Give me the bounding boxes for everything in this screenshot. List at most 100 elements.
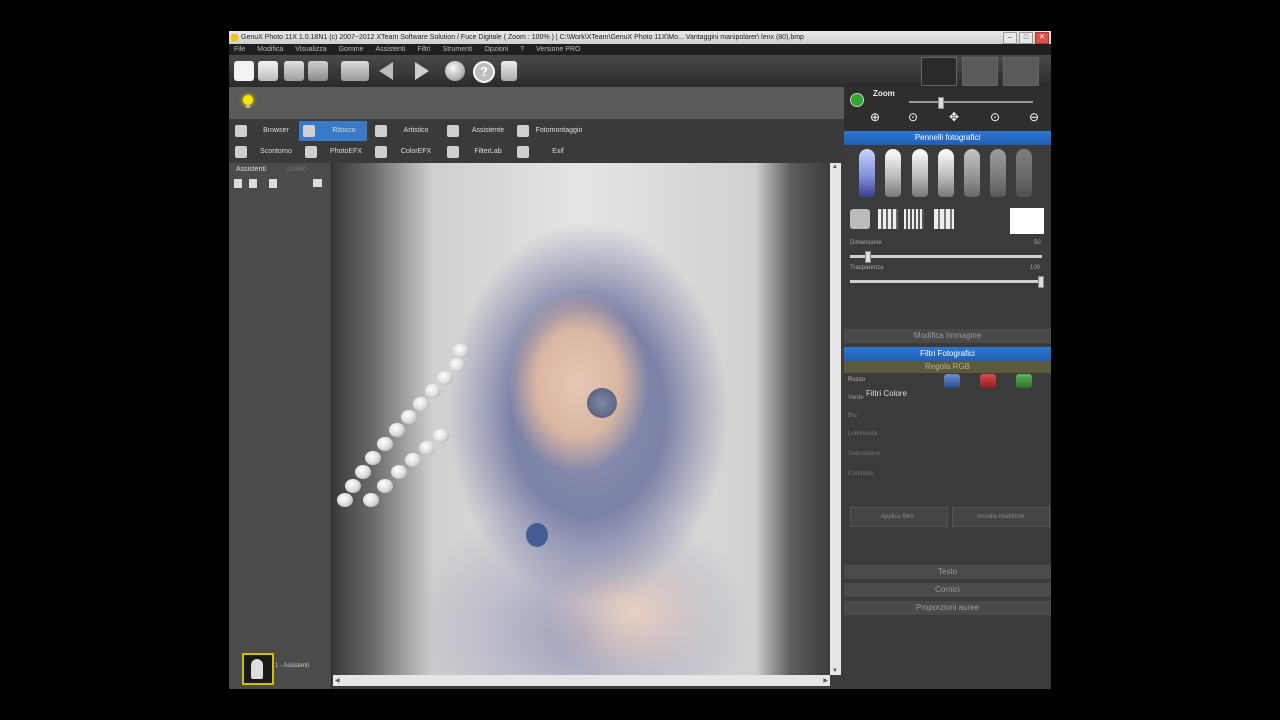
dial-icon[interactable] [1003, 57, 1039, 86]
vertical-scrollbar[interactable]: ▲ ▼ [830, 163, 841, 675]
tab-colorefx[interactable]: ColorEFX [371, 142, 439, 162]
tools-icon[interactable] [341, 61, 369, 81]
brush-icon [375, 125, 387, 137]
brush-4-icon[interactable] [938, 149, 954, 197]
assistant-tabs: Assistenti Livello [229, 163, 331, 177]
print-icon[interactable] [308, 61, 328, 81]
trasparenza-knob[interactable] [1038, 276, 1044, 288]
menu-visualizza[interactable]: Visualizza [290, 44, 331, 55]
scroll-left-icon[interactable]: ◀ [335, 677, 340, 684]
new-page-icon[interactable] [234, 179, 242, 188]
tab-ritocco[interactable]: Ritocco [299, 121, 367, 141]
pattern-1-icon[interactable] [878, 209, 898, 229]
zoom-in-icon[interactable]: ⊕ [869, 111, 881, 123]
settings-icon[interactable] [921, 57, 957, 86]
menu-gomme[interactable]: Gomme [334, 44, 369, 55]
duplicate-icon[interactable] [249, 179, 257, 188]
menu-bar: File Modifica Visualizza Gomme Assistent… [229, 44, 1051, 55]
filtri-header[interactable]: Filtri Fotografici [844, 347, 1051, 361]
brush-6-icon[interactable] [990, 149, 1006, 197]
brush-3-icon[interactable] [912, 149, 928, 197]
menu-help[interactable]: ? [515, 44, 529, 55]
color-filter-green-icon[interactable] [1016, 374, 1032, 388]
pan-icon[interactable]: ✥ [948, 111, 960, 123]
gears-icon[interactable] [962, 57, 998, 86]
close-button[interactable]: ✕ [1035, 32, 1049, 44]
row-contrasto: Contrasto [848, 471, 875, 477]
pennelli-header[interactable]: Pennelli fotografici [844, 131, 1051, 145]
tab-browser[interactable]: Browser [231, 121, 299, 141]
brush-color-swatch[interactable] [1010, 208, 1044, 234]
maximize-button[interactable]: □ [1019, 32, 1033, 44]
minimize-button[interactable]: – [1003, 32, 1017, 44]
tab-assistenti[interactable]: Assistenti [229, 163, 273, 177]
dimensione-slider[interactable] [850, 255, 1042, 258]
back-icon[interactable] [379, 62, 393, 80]
tab-artistico[interactable]: Artistico [371, 121, 439, 141]
trasparenza-value: 100 [1030, 265, 1041, 271]
color-filter-blue-icon[interactable] [944, 374, 960, 388]
testo-header[interactable]: Testo [844, 565, 1051, 579]
main-toolbar: ? [229, 55, 1051, 87]
lightbulb-icon[interactable] [243, 95, 253, 108]
menu-versione-pro[interactable]: Versione PRO [531, 44, 585, 55]
dimensione-knob[interactable] [865, 251, 872, 263]
trasparenza-slider[interactable] [850, 280, 1042, 283]
pattern-3-icon[interactable] [934, 209, 954, 229]
eraser-icon[interactable] [850, 209, 870, 229]
scroll-down-icon[interactable]: ▼ [832, 668, 838, 674]
save-icon[interactable] [284, 61, 304, 81]
doc-icon [517, 146, 529, 158]
menu-assistenti[interactable]: Assistenti [370, 44, 410, 55]
tab-scontorno[interactable]: Scontorno [231, 142, 299, 162]
app-window: GenuX Photo 11X 1.0.18N1 (c) 2007~2012 X… [229, 31, 1051, 689]
assistant-thumb-label: 1 - Assistenti [275, 663, 310, 669]
menu-strumenti[interactable]: Strumenti [438, 44, 478, 55]
panel-options-icon[interactable] [313, 179, 322, 187]
zoom-out-icon[interactable]: ⊖ [1028, 111, 1040, 123]
color-filter-red-icon[interactable] [980, 374, 996, 388]
undo-changes-button[interactable]: Annulla modifiche [952, 507, 1050, 527]
proporzioni-header[interactable]: Proporzioni auree [844, 601, 1051, 615]
scroll-up-icon[interactable]: ▲ [832, 164, 838, 170]
tab-filterlab[interactable]: FilterLab [443, 142, 511, 162]
cornici-header[interactable]: Cornici [844, 583, 1051, 597]
scroll-right-icon[interactable]: ▶ [823, 677, 828, 684]
brush-7-icon[interactable] [1016, 149, 1032, 197]
tab-photoefx[interactable]: PhotoEFX [301, 142, 369, 162]
modifica-header[interactable]: Modifica Immagine [844, 329, 1051, 343]
hood-button [587, 388, 617, 418]
dimensione-label: Dimensione [850, 240, 882, 246]
sphere-icon[interactable] [445, 61, 465, 81]
menu-modifica[interactable]: Modifica [252, 44, 288, 55]
pattern-2-icon[interactable] [904, 209, 924, 229]
assistant-thumbnail[interactable] [242, 653, 274, 685]
tab-livello[interactable]: Livello [275, 163, 319, 177]
help-icon[interactable]: ? [473, 61, 495, 83]
sun-icon [303, 125, 315, 137]
document-icon[interactable] [501, 61, 517, 81]
menu-filtri[interactable]: Filtri [412, 44, 435, 55]
brush-1-icon[interactable] [859, 149, 875, 197]
zoom-actual-icon[interactable]: ⊙ [989, 111, 1001, 123]
image-canvas[interactable] [333, 163, 830, 675]
apply-filter-button[interactable]: Applica filtro [850, 507, 948, 527]
brush-5-icon[interactable] [964, 149, 980, 197]
zoom-slider-knob[interactable] [938, 97, 944, 109]
new-icon[interactable] [234, 61, 254, 81]
trash-icon[interactable] [269, 179, 277, 188]
tab-fotomontaggio[interactable]: Fotomontaggio [513, 121, 583, 141]
horizontal-scrollbar[interactable]: ◀ ▶ [333, 675, 830, 686]
menu-file[interactable]: File [229, 44, 250, 55]
brush-2-icon[interactable] [885, 149, 901, 197]
forward-icon[interactable] [415, 62, 429, 80]
zoom-slider[interactable] [909, 101, 1033, 103]
open-icon[interactable] [258, 61, 278, 81]
menu-opzioni[interactable]: Opzioni [479, 44, 513, 55]
camera-icon [305, 146, 317, 158]
person-icon [517, 125, 529, 137]
tab-exif[interactable]: Exif [513, 142, 581, 162]
zoom-section: Zoom ⊕ ⊙ ✥ ⊙ ⊖ [844, 87, 1051, 131]
zoom-fit-icon[interactable]: ⊙ [907, 111, 919, 123]
tab-assistente[interactable]: Assistente [443, 121, 511, 141]
